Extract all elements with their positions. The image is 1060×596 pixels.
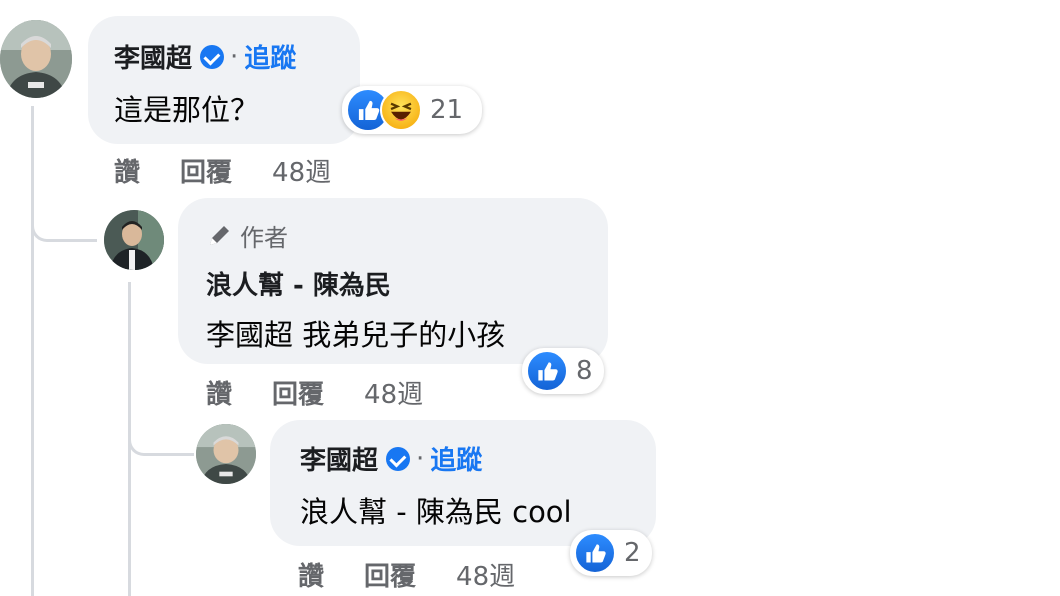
comment-timestamp[interactable]: 48週 bbox=[272, 152, 331, 189]
comment-header: 浪人幫 - 陳為民 bbox=[206, 265, 608, 302]
avatar[interactable] bbox=[0, 20, 72, 98]
comment-actions: 讚 回覆 48週 bbox=[114, 152, 331, 189]
comment-bubble: 李國超 · 追蹤 這是那位？ bbox=[88, 16, 360, 144]
reaction-count: 2 bbox=[624, 538, 641, 568]
like-button[interactable]: 讚 bbox=[206, 374, 232, 411]
separator-dot: · bbox=[230, 41, 239, 72]
comment-timestamp[interactable]: 48週 bbox=[364, 374, 423, 411]
avatar[interactable] bbox=[104, 210, 164, 270]
like-button[interactable]: 讚 bbox=[298, 556, 324, 593]
comment-text: 浪人幫 - 陳為民 cool bbox=[300, 495, 572, 529]
avatar-image bbox=[0, 20, 72, 98]
like-icon bbox=[574, 532, 616, 574]
reaction-count: 8 bbox=[576, 356, 593, 386]
cropped-previous-text bbox=[100, 0, 360, 6]
avatar-image bbox=[104, 210, 164, 270]
pencil-icon bbox=[206, 223, 232, 249]
avatar-image bbox=[196, 424, 256, 484]
thread-line-level-1 bbox=[31, 106, 34, 596]
comment-bubble: 作者 浪人幫 - 陳為民 李國超 我弟兒子的小孩 bbox=[178, 198, 608, 364]
verified-badge-icon bbox=[386, 446, 411, 471]
author-label: 作者 bbox=[240, 224, 288, 252]
thread-curve-level-1 bbox=[31, 200, 97, 242]
follow-button[interactable]: 追蹤 bbox=[244, 38, 296, 75]
reaction-count: 21 bbox=[430, 95, 464, 125]
follow-button[interactable]: 追蹤 bbox=[430, 440, 482, 477]
avatar[interactable] bbox=[196, 424, 256, 484]
comment-timestamp[interactable]: 48週 bbox=[456, 556, 515, 593]
reactions-summary[interactable]: 2 bbox=[570, 530, 652, 576]
thread-curve-level-2 bbox=[128, 410, 194, 456]
comment-header: 李國超 · 追蹤 bbox=[300, 440, 656, 477]
separator-dot: · bbox=[416, 443, 425, 474]
comment-actions: 讚 回覆 48週 bbox=[298, 556, 515, 593]
reply-button[interactable]: 回覆 bbox=[364, 556, 416, 593]
like-button[interactable]: 讚 bbox=[114, 152, 140, 189]
comment-bubble: 李國超 · 追蹤 浪人幫 - 陳為民 cool bbox=[270, 420, 656, 546]
reply-button[interactable]: 回覆 bbox=[180, 152, 232, 189]
haha-icon bbox=[380, 89, 422, 131]
verified-badge-icon bbox=[200, 44, 225, 69]
commenter-name[interactable]: 李國超 bbox=[114, 38, 192, 75]
comment-header: 李國超 · 追蹤 bbox=[114, 38, 360, 75]
comment-text: 這是那位？ bbox=[114, 93, 260, 127]
reactions-summary[interactable]: 21 bbox=[342, 86, 482, 134]
author-badge: 作者 bbox=[206, 218, 608, 253]
reactions-summary[interactable]: 8 bbox=[522, 348, 604, 394]
commenter-name[interactable]: 浪人幫 - 陳為民 bbox=[206, 265, 391, 302]
reply-button[interactable]: 回覆 bbox=[272, 374, 324, 411]
commenter-name[interactable]: 李國超 bbox=[300, 440, 378, 477]
like-icon bbox=[526, 350, 568, 392]
comment-actions: 讚 回覆 48週 bbox=[206, 374, 423, 411]
